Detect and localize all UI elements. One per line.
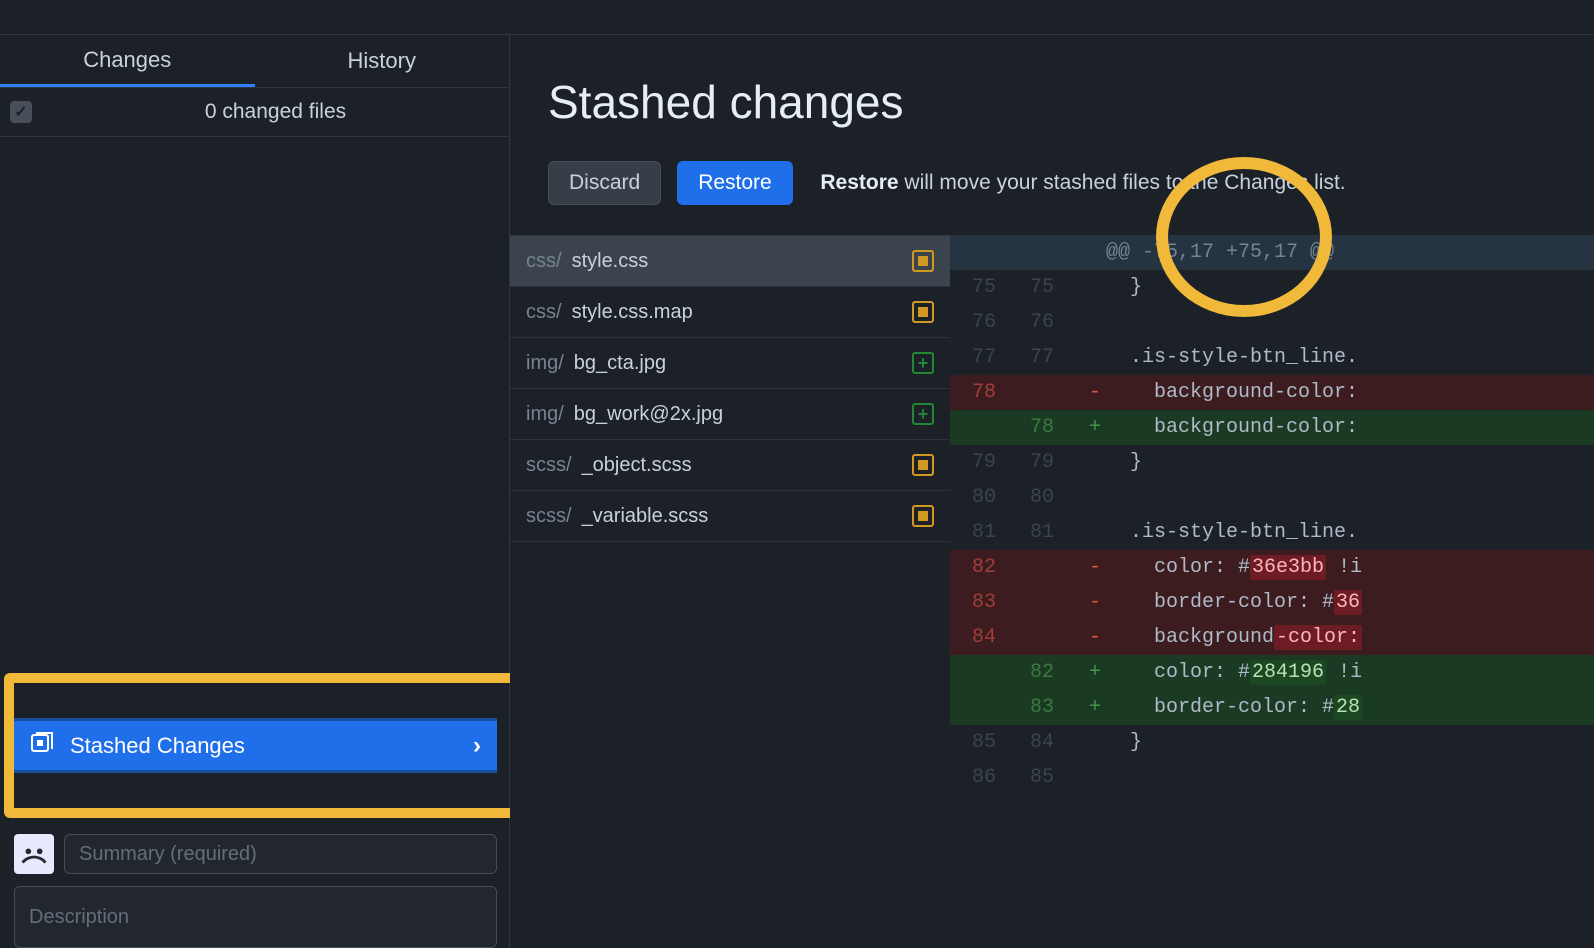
diff-line: 83- border-color: #36 — [950, 585, 1594, 620]
tab-changes[interactable]: Changes — [0, 35, 255, 87]
stashed-file-item[interactable]: scss/ _variable.scss — [510, 491, 950, 542]
restore-hint-rest: will move your stashed files to the Chan… — [899, 171, 1346, 194]
commit-form: Summary (required) Description — [14, 828, 497, 948]
diff-line: 78+ background-color: — [950, 410, 1594, 445]
left-panel: Changes History ✓ 0 changed files Stashe… — [0, 35, 510, 948]
diff-line: 8685 — [950, 760, 1594, 795]
restore-hint: Restore will move your stashed files to … — [809, 171, 1346, 195]
restore-button[interactable]: Restore — [677, 161, 793, 205]
file-name: _object.scss — [582, 454, 692, 477]
diff-line: 82- color: #36e3bb !i — [950, 550, 1594, 585]
stashed-file-item[interactable]: scss/ _object.scss — [510, 440, 950, 491]
changed-files-bar: ✓ 0 changed files — [0, 87, 509, 137]
file-status-icon — [912, 301, 934, 323]
file-dir: img/ — [526, 403, 564, 426]
stashed-file-item[interactable]: img/bg_work@2x.jpg — [510, 389, 950, 440]
file-name: style.css — [572, 250, 649, 273]
diff-hunk-header: @@ -75,17 +75,17 @@ — [950, 235, 1594, 270]
stashed-changes-row[interactable]: Stashed Changes › — [14, 718, 497, 773]
file-name: bg_work@2x.jpg — [574, 403, 723, 426]
discard-button[interactable]: Discard — [548, 161, 661, 205]
top-bar — [0, 0, 1594, 35]
diff-line: 7777 .is-style-btn_line. — [950, 340, 1594, 375]
tab-history[interactable]: History — [255, 35, 510, 87]
restore-hint-bold: Restore — [820, 171, 898, 194]
file-dir: img/ — [526, 352, 564, 375]
diff-line: 84- background-color: — [950, 620, 1594, 655]
diff-line: 78- background-color: — [950, 375, 1594, 410]
diff-line: 7676 — [950, 305, 1594, 340]
file-status-icon — [912, 352, 934, 374]
diff-view: @@ -75,17 +75,17 @@7575 }7676 7777 .is-s… — [950, 235, 1594, 948]
select-all-checkbox[interactable]: ✓ — [10, 101, 32, 123]
file-name: style.css.map — [572, 301, 693, 324]
file-status-icon — [912, 403, 934, 425]
file-name: _variable.scss — [582, 505, 709, 528]
file-dir: css/ — [526, 250, 562, 273]
diff-line: 7575 } — [950, 270, 1594, 305]
stashed-file-item[interactable]: css/style.css.map — [510, 287, 950, 338]
stashed-file-list: css/style.csscss/style.css.mapimg/bg_cta… — [510, 235, 950, 948]
diff-line: 7979 } — [950, 445, 1594, 480]
file-status-icon — [912, 454, 934, 476]
file-dir: scss/ — [526, 454, 572, 477]
stashed-changes-label: Stashed Changes — [70, 733, 457, 759]
file-dir: css/ — [526, 301, 562, 324]
file-dir: scss/ — [526, 505, 572, 528]
page-title: Stashed changes — [548, 75, 1556, 129]
diff-line: 83+ border-color: #28 — [950, 690, 1594, 725]
file-status-icon — [912, 250, 934, 272]
commit-description-input[interactable]: Description — [14, 886, 497, 948]
right-panel: Stashed changes Discard Restore Restore … — [510, 35, 1594, 948]
diff-line: 8181 .is-style-btn_line. — [950, 515, 1594, 550]
diff-line: 82+ color: #284196 !i — [950, 655, 1594, 690]
commit-summary-input[interactable]: Summary (required) — [64, 834, 497, 874]
stash-icon — [30, 731, 54, 760]
stashed-file-item[interactable]: css/style.css — [510, 236, 950, 287]
diff-line: 8080 — [950, 480, 1594, 515]
chevron-right-icon: › — [473, 732, 481, 760]
stashed-file-item[interactable]: img/bg_cta.jpg — [510, 338, 950, 389]
changed-files-count: 0 changed files — [52, 100, 499, 124]
diff-line: 8584 } — [950, 725, 1594, 760]
file-status-icon — [912, 505, 934, 527]
avatar — [14, 834, 54, 874]
file-name: bg_cta.jpg — [574, 352, 666, 375]
